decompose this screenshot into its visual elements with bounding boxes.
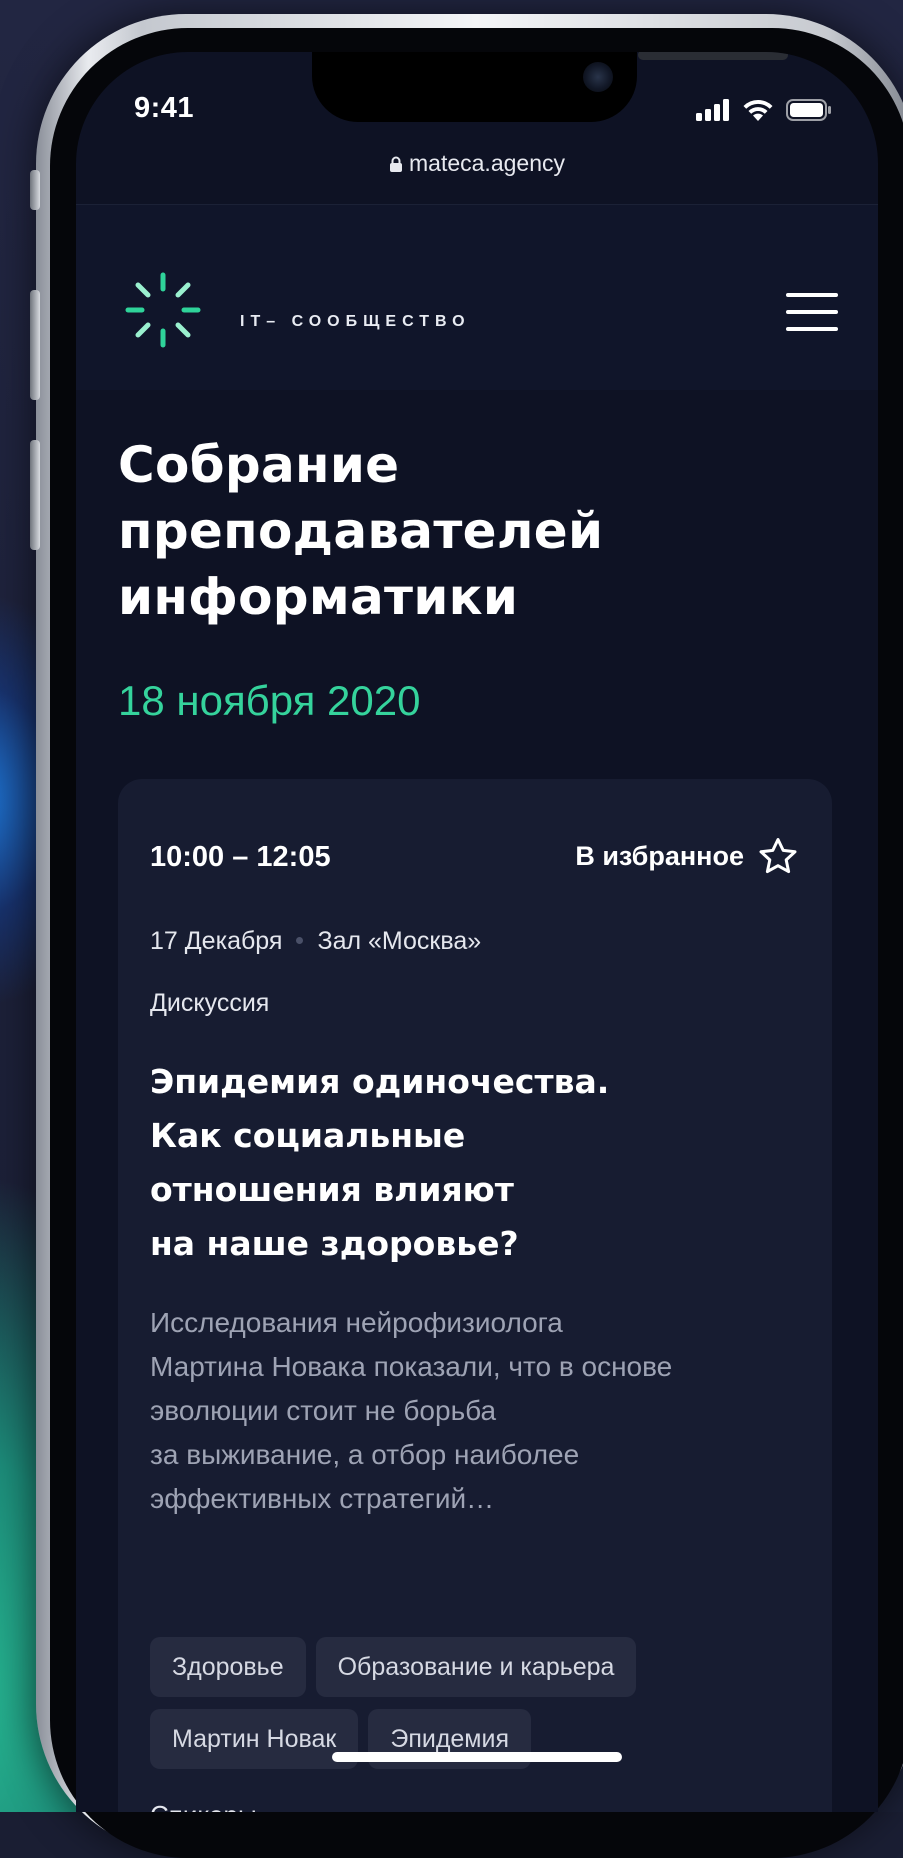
home-indicator[interactable]	[332, 1752, 622, 1762]
add-to-favorites-button[interactable]: В избранное	[575, 837, 798, 875]
separator-dot	[296, 937, 304, 944]
earpiece	[638, 52, 788, 60]
tag-list: Здоровье Образование и карьера Мартин Но…	[150, 1637, 800, 1769]
status-time: 9:41	[134, 92, 195, 124]
wifi-icon	[743, 99, 773, 121]
logo-icon[interactable]	[118, 265, 208, 355]
volume-up-button	[30, 290, 40, 400]
event-title-line: Эпидемия одиночества.	[150, 1062, 610, 1101]
site-header: IT– СООБЩЕСТВО	[76, 204, 878, 390]
event-description: Исследования нейрофизиолога Мартина Нова…	[150, 1301, 810, 1521]
signal-icon	[696, 99, 729, 121]
address-bar[interactable]: mateca.agency	[76, 150, 878, 177]
tag-education-career[interactable]: Образование и карьера	[315, 1637, 637, 1697]
mute-switch	[30, 170, 40, 210]
tag-martin-novak[interactable]: Мартин Новак	[150, 1709, 359, 1769]
event-title-line: отношения влияют	[150, 1170, 514, 1209]
event-day: 17 Декабря	[150, 927, 283, 955]
volume-down-button	[30, 440, 40, 550]
page-title-line: Собрание	[118, 436, 400, 494]
page-title-line: информатики	[118, 568, 519, 626]
hamburger-icon-line	[786, 327, 838, 331]
event-title-line: на наше здоровье?	[150, 1224, 519, 1263]
description-line: Исследования нейрофизиолога	[150, 1307, 563, 1338]
event-kind: Дискуссия	[150, 989, 270, 1017]
notch	[312, 52, 788, 122]
front-camera	[583, 62, 613, 92]
event-title[interactable]: Эпидемия одиночества. Как социальные отн…	[150, 1055, 790, 1271]
url-text: mateca.agency	[409, 150, 565, 176]
screen: 9:41 mateca.agency IT– СООБЩЕСТВО Собран…	[76, 52, 878, 1812]
description-line: Мартина Новака показали, что в основе	[150, 1351, 673, 1382]
event-title-line: Как социальные	[150, 1116, 466, 1155]
status-icons	[696, 98, 832, 122]
tag-health[interactable]: Здоровье	[150, 1637, 306, 1697]
event-time: 10:00 – 12:05	[150, 841, 331, 873]
favorites-label: В избранное	[575, 840, 744, 871]
description-line: эволюции стоит не борьба	[150, 1395, 497, 1426]
event-hall: Зал «Москва»	[317, 927, 482, 955]
logo-text[interactable]: IT– СООБЩЕСТВО	[240, 313, 471, 331]
page-date: 18 ноября 2020	[118, 677, 421, 724]
battery-icon	[786, 99, 831, 121]
speakers-heading: Спикеры	[150, 1800, 257, 1812]
event-meta: 17 Декабря Зал «Москва»	[150, 927, 481, 956]
description-line: за выживание, а отбор наиболее	[150, 1439, 580, 1470]
hamburger-icon-line	[786, 310, 838, 314]
lock-icon	[390, 156, 402, 172]
menu-button[interactable]	[786, 293, 838, 333]
description-line: эффективных стратегий…	[150, 1483, 495, 1514]
event-card[interactable]: 10:00 – 12:05 В избранное 17 Декабря Зал …	[118, 779, 832, 1812]
star-icon	[759, 838, 797, 874]
page-title-line: преподавателей	[118, 502, 604, 560]
page-title: Собрание преподавателей информатики	[118, 432, 818, 630]
hamburger-icon-line	[786, 293, 838, 297]
